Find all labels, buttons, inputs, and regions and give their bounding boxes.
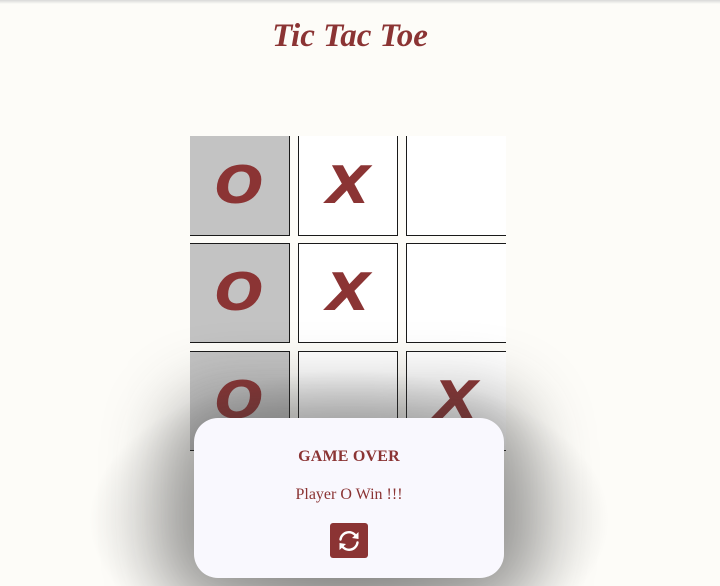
restart-button[interactable] [330, 523, 368, 558]
window-top-edge [0, 0, 720, 4]
game-board: O X O X O X [190, 136, 507, 453]
board-cell-4[interactable]: X [298, 243, 398, 343]
board-cell-1[interactable]: X [298, 136, 398, 236]
cell-mark: X [325, 263, 371, 323]
modal-heading: GAME OVER [298, 448, 400, 465]
winner-message: Player O Win !!! [295, 486, 403, 503]
cell-mark: O [215, 155, 264, 216]
game-over-modal: GAME OVER Player O Win !!! [194, 418, 504, 578]
page-title: Tic Tac Toe [272, 18, 428, 54]
cell-mark: X [325, 155, 371, 216]
board-cell-2[interactable] [406, 136, 506, 236]
board-cell-0[interactable]: O [190, 136, 290, 236]
refresh-icon [339, 530, 359, 551]
cell-mark: O [215, 263, 264, 323]
board-cell-3[interactable]: O [190, 243, 290, 343]
board-cell-5[interactable] [406, 243, 506, 343]
